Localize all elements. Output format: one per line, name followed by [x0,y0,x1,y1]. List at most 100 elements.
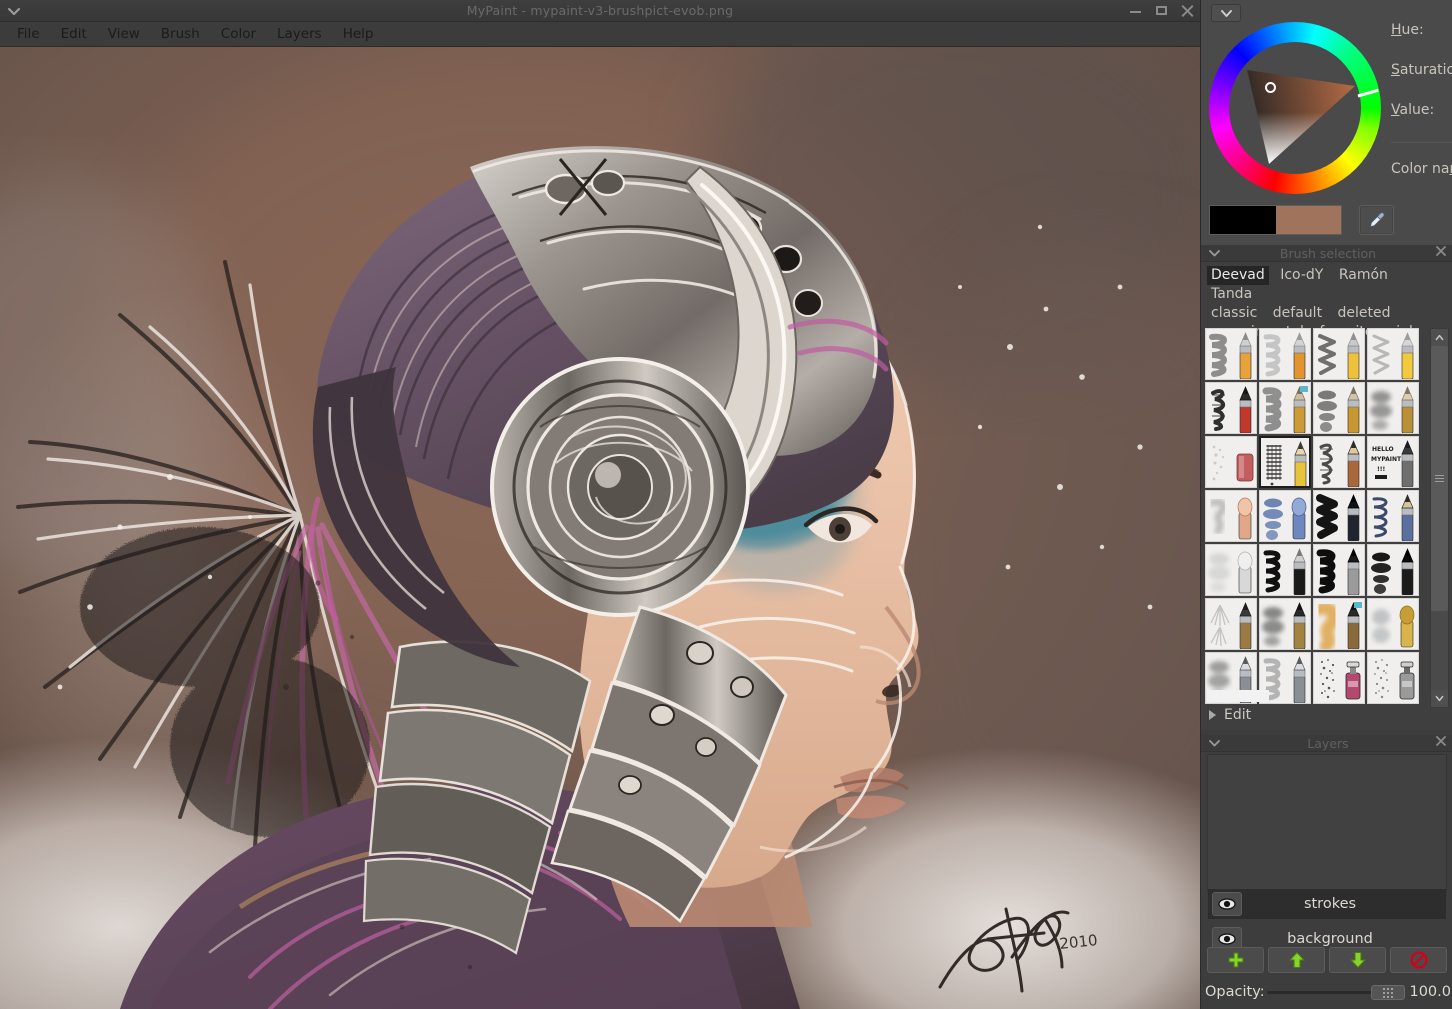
brush-sponge[interactable] [1367,598,1419,650]
divider [1391,142,1452,143]
brush-tab-default[interactable]: default [1269,304,1326,323]
brush-brush-red-handle[interactable] [1205,382,1257,434]
brush-pencil-yellow[interactable] [1259,436,1311,488]
brush-pencil-wood[interactable] [1313,436,1365,488]
brush-tab-ico-dy[interactable]: Ico-dY [1276,266,1327,285]
swatch-pair[interactable] [1209,205,1342,235]
minimize-button[interactable] [1129,4,1142,17]
current-color-swatch[interactable] [1275,206,1341,234]
grip-icon [1383,987,1394,998]
layers-panel-title: Layers [1307,735,1349,751]
scroll-thumb[interactable] [1431,346,1448,611]
menu-brush[interactable]: Brush [152,23,209,45]
saturation-value-triangle[interactable] [1229,42,1361,174]
brush-grid-scroll-area[interactable]: HELLO MYPAINT!!! [1205,328,1427,708]
layers-list[interactable]: strokes background [1207,754,1447,951]
brush-tab-tanda[interactable]: Tanda [1207,285,1256,304]
plus-icon [1227,952,1244,968]
saturation-label: Saturatio [1391,62,1452,78]
scroll-track[interactable] [1431,346,1448,690]
brush-edit-label: Edit [1224,707,1252,723]
menu-view[interactable]: View [99,23,149,45]
color-cursor[interactable] [1265,82,1276,93]
svg-text:!!!: !!! [1377,466,1385,473]
grip-icon [1435,473,1444,484]
menu-edit[interactable]: Edit [52,23,96,45]
menu-file[interactable]: File [8,23,49,45]
canvas-area[interactable]: 2010 [0,47,1200,1009]
brush-watercolor-ochre[interactable] [1313,598,1365,650]
close-icon[interactable] [1429,735,1452,751]
menu-color[interactable]: Color [212,23,265,45]
brush-charcoal-light[interactable] [1259,328,1311,380]
color-swatches [1209,204,1445,236]
add-layer-button[interactable] [1207,947,1264,973]
brush-eraser-red[interactable] [1205,436,1257,488]
artwork[interactable]: 2010 [0,47,1200,1009]
brush-wash-brush[interactable] [1259,598,1311,650]
brush-marker-hello-mypaint[interactable]: HELLO MYPAINT!!! [1367,436,1419,488]
brush-spraycan-pink[interactable] [1313,652,1365,704]
right-dock: Hue: Saturatio Value: Color nam [1200,0,1452,1009]
color-name-label: Color nam [1391,161,1452,177]
eyedropper-icon[interactable] [1359,205,1394,235]
hue-label: Hue: [1391,22,1424,38]
menu-help[interactable]: Help [334,23,383,45]
chevron-down-icon[interactable] [1201,737,1227,750]
close-button[interactable] [1181,4,1194,18]
brush-charcoal-thin[interactable] [1367,328,1419,380]
slider-thumb[interactable] [1371,985,1406,1000]
chevron-down-icon[interactable] [1211,4,1241,22]
layer-visibility-toggle[interactable] [1212,892,1242,916]
close-icon[interactable] [1429,245,1452,261]
chevron-down-icon[interactable] [1201,247,1227,260]
layers-panel-header: Layers [1201,735,1452,752]
brush-grid: HELLO MYPAINT!!! [1205,328,1427,704]
brush-smudge-finger[interactable] [1205,490,1257,542]
layer-opacity-row: Opacity: 100.0 [1205,981,1451,1003]
brush-spraycan-grey[interactable] [1367,652,1419,704]
window-controls [1129,4,1194,18]
brush-grid-scrollbar[interactable] [1430,328,1449,708]
previous-color-swatch[interactable] [1210,206,1276,234]
brush-tab-deleted[interactable]: deleted [1334,304,1395,323]
opacity-label: Opacity: [1205,984,1265,1000]
brush-ink-brush[interactable] [1313,544,1365,596]
brush-fan-brush[interactable] [1205,598,1257,650]
brush-edit-expander[interactable]: Edit [1201,704,1452,726]
brush-panel-header: Brush selection [1201,245,1452,262]
opacity-value: 100.0 [1409,984,1451,1000]
brush-charcoal-rough[interactable] [1313,328,1365,380]
color-wheel[interactable] [1209,22,1381,194]
lower-layer-button[interactable] [1329,947,1386,973]
brush-tab-ramon[interactable]: Ramón [1335,266,1392,285]
layer-action-buttons [1207,947,1447,973]
opacity-slider[interactable] [1266,982,1406,1002]
brush-blue-pencil[interactable] [1367,490,1419,542]
brush-ink-marker-bold[interactable] [1367,544,1419,596]
brush-black-marker[interactable] [1313,490,1365,542]
brush-ink-nib-pen[interactable] [1259,544,1311,596]
layer-name: background [1287,931,1373,947]
title-bar: MyPaint - mypaint-v3-brushpict-evob.png [0,0,1200,22]
brush-panel-title: Brush selection [1279,245,1377,261]
brush-blue-pastel[interactable] [1259,490,1311,542]
value-label: Value: [1391,102,1435,118]
menu-layers[interactable]: Layers [268,23,331,45]
layer-row-strokes[interactable]: strokes [1208,889,1446,919]
raise-layer-button[interactable] [1268,947,1325,973]
brush-grid-last-row-sliver [1207,690,1269,702]
brush-brush-round-blob[interactable] [1313,382,1365,434]
chevron-up-icon[interactable] [1431,329,1448,346]
menu-bar: File Edit View Brush Color Layers Help [0,22,1200,47]
brush-tab-deevad[interactable]: Deevad [1207,266,1269,285]
triangle-right-icon [1209,710,1216,720]
brush-charcoal-soft[interactable] [1205,328,1257,380]
brush-blender-tool[interactable] [1205,544,1257,596]
brush-tab-classic[interactable]: classic [1207,304,1261,323]
delete-layer-button[interactable] [1390,947,1447,973]
brush-brush-flagged[interactable] [1259,382,1311,434]
brush-selection-panel: Brush selection Deevad Ico-dY Ramón Tand… [1201,245,1452,730]
brush-brush-soft-blur[interactable] [1367,382,1419,434]
maximize-button[interactable] [1155,4,1168,17]
